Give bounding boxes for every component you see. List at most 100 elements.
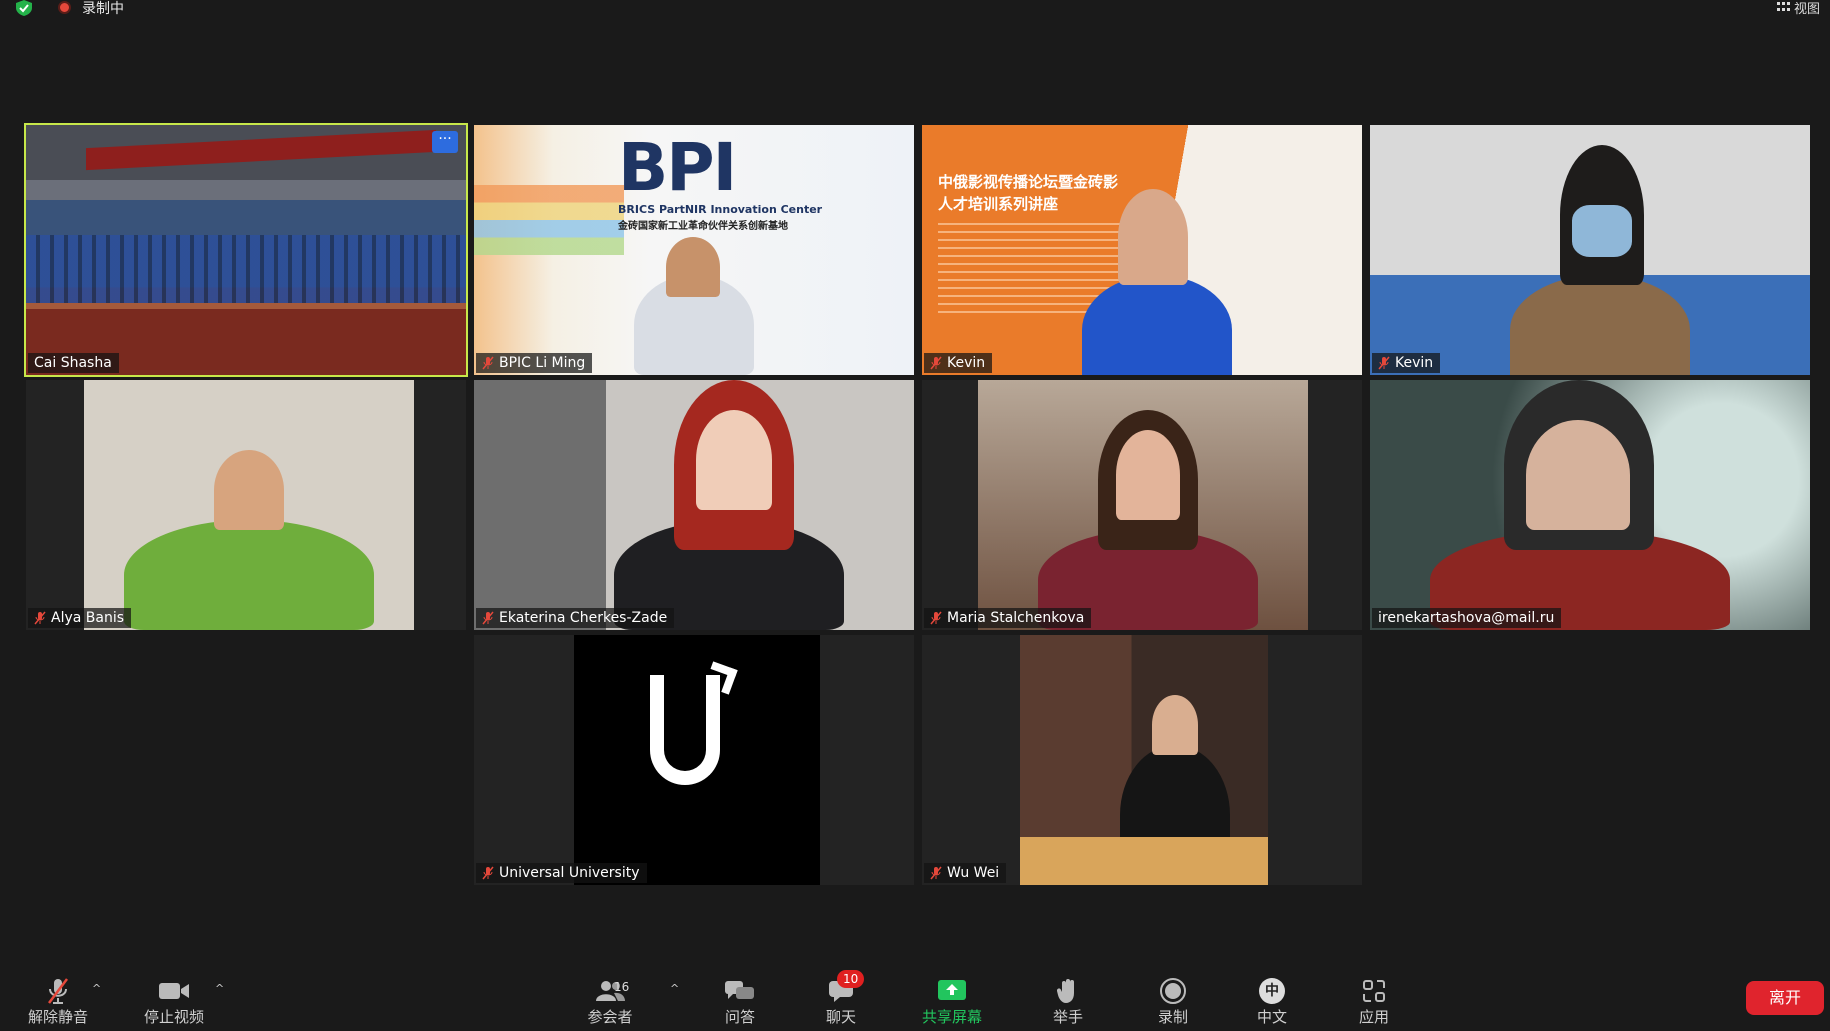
video-feed	[474, 380, 914, 630]
more-options-button[interactable]: ···	[432, 131, 458, 153]
person-silhouette	[1510, 275, 1690, 375]
participant-name: Cai Shasha	[34, 355, 112, 371]
person-head	[666, 237, 720, 297]
video-feed	[978, 380, 1308, 630]
chat-button[interactable]: 10 聊天	[813, 970, 869, 1027]
name-tag: BPIC Li Ming	[476, 353, 593, 373]
video-tile-bpic-li-ming[interactable]: BPI BRICS PartNIR Innovation Center 金砖国家…	[474, 125, 914, 375]
video-feed	[1370, 380, 1810, 630]
participant-name: Kevin	[947, 355, 986, 371]
video-feed	[574, 635, 820, 885]
person-head	[1118, 189, 1188, 285]
record-label: 录制	[1157, 1008, 1188, 1026]
share-screen-icon	[938, 980, 966, 1000]
view-button[interactable]: 视图	[1776, 0, 1820, 17]
language-button[interactable]: 中 中文	[1244, 976, 1300, 1027]
name-tag: Cai Shasha	[28, 353, 119, 373]
apps-button[interactable]: 应用	[1346, 976, 1402, 1027]
record-icon	[1160, 978, 1186, 1004]
bpi-logo: BPI	[618, 129, 737, 206]
record-button[interactable]: 录制	[1145, 976, 1201, 1027]
mic-muted-icon	[482, 356, 494, 370]
participant-name: Alya Banis	[51, 610, 125, 626]
name-tag: Kevin	[924, 353, 993, 373]
share-screen-label: 共享屏幕	[921, 1008, 982, 1026]
mic-muted-icon	[48, 978, 68, 1004]
raise-hand-button[interactable]: 举手	[1040, 976, 1096, 1027]
video-options-chevron-icon[interactable]: ^	[215, 982, 224, 995]
share-screen-button[interactable]: 共享屏幕	[918, 976, 986, 1027]
participants-label: 参会者	[587, 1008, 633, 1026]
participant-name: Ekaterina Cherkes-Zade	[499, 610, 668, 626]
video-tile-ekaterina-cherkes-zade[interactable]: Ekaterina Cherkes-Zade	[474, 380, 914, 630]
person-head	[1152, 695, 1198, 755]
participants-button[interactable]: 16 参会者	[580, 976, 640, 1027]
language-label: 中文	[1256, 1008, 1287, 1026]
face-mask	[1572, 205, 1632, 257]
bpi-stripes	[474, 185, 624, 255]
apps-icon	[1363, 980, 1385, 1002]
hall-banner	[86, 129, 436, 171]
mic-muted-icon	[1378, 356, 1390, 370]
video-tile-alya-banis[interactable]: Alya Banis	[26, 380, 466, 630]
mic-muted-icon	[930, 611, 942, 625]
language-globe-icon: 中	[1259, 978, 1285, 1004]
u-logo-icon	[650, 675, 720, 785]
grid-icon	[1776, 2, 1790, 13]
person-head	[214, 450, 284, 530]
name-tag: irenekartashova@mail.ru	[1372, 608, 1562, 628]
video-feed	[26, 125, 466, 375]
video-tile-cai-shasha[interactable]: ··· Cai Shasha	[24, 123, 468, 377]
name-tag: Maria Stalchenkova	[924, 608, 1092, 628]
chat-unread-badge: 10	[837, 970, 865, 988]
bpi-subtitle-cn: 金砖国家新工业革命伙伴关系创新基地	[618, 221, 788, 232]
recording-label: 录制中	[82, 1, 124, 17]
video-camera-icon	[159, 983, 189, 999]
top-bar: 录制中 视图	[0, 0, 1830, 26]
participant-name: irenekartashova@mail.ru	[1378, 610, 1555, 626]
poster-title-line1: 中俄影视传播论坛暨金砖影	[938, 173, 1119, 191]
name-tag: Alya Banis	[28, 608, 132, 628]
video-tile-universal-university[interactable]: Universal University	[474, 635, 914, 885]
shield-check-icon[interactable]	[14, 0, 34, 16]
meeting-toolbar: 解除静音 ^ 停止视频 ^ 16 参会者 ^ 问答 10 聊天 共享屏幕 举手 …	[0, 961, 1830, 1031]
person-silhouette	[1082, 275, 1232, 375]
unmute-button[interactable]: 解除静音	[24, 976, 92, 1027]
view-label: 视图	[1793, 2, 1820, 17]
apps-label: 应用	[1358, 1008, 1389, 1026]
stop-video-button[interactable]: 停止视频	[140, 976, 208, 1027]
person-face	[1116, 430, 1180, 520]
qa-button[interactable]: 问答	[712, 976, 768, 1027]
video-tile-wu-wei[interactable]: Wu Wei	[922, 635, 1362, 885]
name-tag: Universal University	[476, 863, 647, 883]
recording-dot-icon	[58, 1, 71, 14]
qa-bubbles-icon	[725, 981, 754, 999]
person-face	[696, 410, 772, 510]
video-tile-kevin-speaker[interactable]: 中俄影视传播论坛暨金砖影 人才培训系列讲座 Kevin	[922, 125, 1362, 375]
participant-name: Wu Wei	[947, 865, 1000, 881]
video-tile-kevin-masked[interactable]: Kevin	[1370, 125, 1810, 375]
video-tile-maria-stalchenkova[interactable]: Maria Stalchenkova	[922, 380, 1362, 630]
participants-chevron-icon[interactable]: ^	[670, 982, 679, 995]
participant-name: Maria Stalchenkova	[947, 610, 1085, 626]
mic-muted-icon	[482, 611, 494, 625]
participant-name: BPIC Li Ming	[499, 355, 586, 371]
hall-seats	[26, 235, 466, 305]
video-feed	[84, 380, 414, 630]
qa-label: 问答	[724, 1008, 755, 1026]
raise-hand-icon	[1057, 979, 1074, 1003]
video-tile-irenekartashova[interactable]: irenekartashova@mail.ru	[1370, 380, 1810, 630]
name-tag: Wu Wei	[924, 863, 1007, 883]
name-tag: Kevin	[1372, 353, 1441, 373]
poster-title-line2: 人才培训系列讲座	[938, 195, 1059, 213]
bpi-subtitle-en: BRICS PartNIR Innovation Center	[618, 203, 823, 216]
name-tag: Ekaterina Cherkes-Zade	[476, 608, 675, 628]
mic-muted-icon	[930, 866, 942, 880]
chat-label: 聊天	[825, 1008, 856, 1026]
participant-name: Kevin	[1395, 355, 1434, 371]
leave-button[interactable]: 离开	[1746, 981, 1824, 1015]
stop-video-label: 停止视频	[143, 1008, 204, 1026]
unmute-label: 解除静音	[27, 1008, 88, 1026]
audio-options-chevron-icon[interactable]: ^	[92, 982, 101, 995]
mic-muted-icon	[930, 356, 942, 370]
